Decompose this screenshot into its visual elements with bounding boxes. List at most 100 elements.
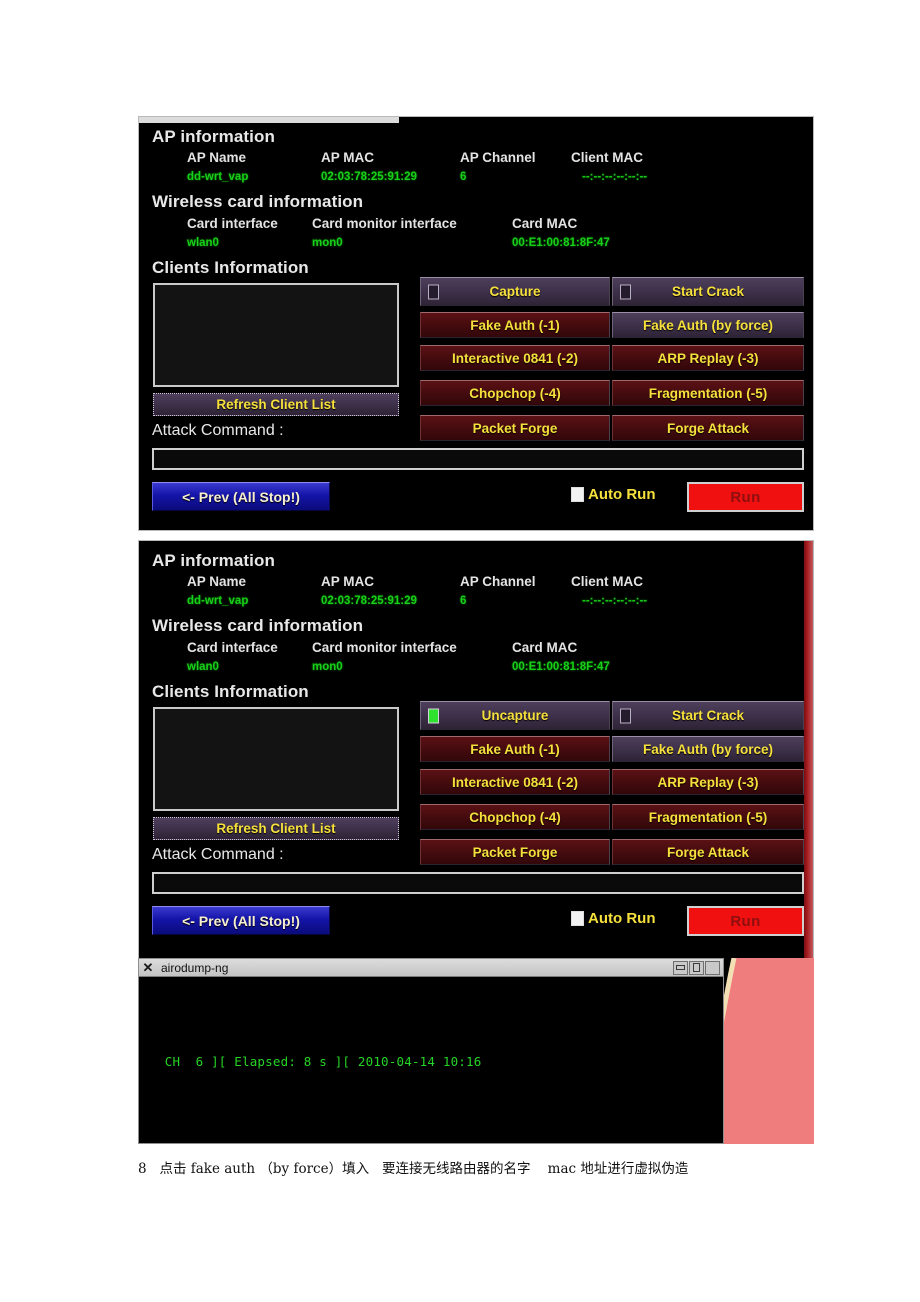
ap-information-values: dd-wrt_vap 02:03:78:25:91:29 6 --:--:--:… bbox=[139, 171, 813, 188]
header-card-monitor-interface-2: Card monitor interface bbox=[312, 640, 457, 655]
packet-forge-button-2[interactable]: Packet Forge bbox=[420, 839, 610, 865]
terminal-line-ap-columns: BSSID PWR RXQ Beacons #Data, #/s CH MB E… bbox=[157, 1137, 723, 1143]
header-card-interface-2: Card interface bbox=[187, 640, 278, 655]
auto-run-checkbox[interactable] bbox=[571, 487, 584, 502]
start-crack-button[interactable]: Start Crack bbox=[612, 277, 804, 306]
packet-forge-button[interactable]: Packet Forge bbox=[420, 415, 610, 441]
restore-icon[interactable] bbox=[705, 960, 720, 975]
fake-auth-by-force-label: Fake Auth (by force) bbox=[642, 317, 774, 333]
terminal-line-header: CH 6 ][ Elapsed: 8 s ][ 2010-04-14 10:16 bbox=[157, 1054, 482, 1069]
arp-replay-label-2: ARP Replay (-3) bbox=[657, 774, 759, 790]
figure-caption: 8 点击 fake auth （by force）填入 要连接无线路由器的名字 … bbox=[138, 1161, 689, 1177]
wireless-card-information-title-2: Wireless card information bbox=[152, 616, 364, 635]
maximize-icon[interactable] bbox=[689, 960, 704, 975]
fake-auth-button[interactable]: Fake Auth (-1) bbox=[420, 312, 610, 338]
auto-run-label: Auto Run bbox=[588, 486, 656, 503]
fake-auth-by-force-button[interactable]: Fake Auth (by force) bbox=[612, 312, 804, 338]
fake-auth-label: Fake Auth (-1) bbox=[470, 317, 560, 333]
clients-list-box[interactable] bbox=[153, 283, 399, 387]
value-card-interface-2: wlan0 bbox=[187, 661, 219, 673]
fake-auth-label-2: Fake Auth (-1) bbox=[470, 741, 560, 757]
fragmentation-button-2[interactable]: Fragmentation (-5) bbox=[612, 804, 804, 830]
fake-auth-by-force-label-2: Fake Auth (by force) bbox=[642, 741, 774, 757]
forge-attack-label: Forge Attack bbox=[666, 420, 749, 436]
header-ap-channel-2: AP Channel bbox=[460, 574, 536, 589]
value-card-mac-2: 00:E1:00:81:8F:47 bbox=[512, 661, 610, 673]
wireless-card-values: wlan0 mon0 00:E1:00:81:8F:47 bbox=[139, 237, 813, 254]
run-label-2: Run bbox=[730, 912, 761, 930]
start-crack-label: Start Crack bbox=[671, 284, 745, 299]
header-ap-mac-2: AP MAC bbox=[321, 574, 375, 589]
fake-auth-by-force-button-2[interactable]: Fake Auth (by force) bbox=[612, 736, 804, 762]
uncapture-status-indicator bbox=[428, 708, 439, 723]
interactive-0841-label-2: Interactive 0841 (-2) bbox=[451, 774, 579, 790]
value-client-mac-2: --:--:--:--:--:-- bbox=[582, 595, 648, 607]
attack-command-input-2[interactable] bbox=[152, 872, 804, 894]
fake-auth-button-2[interactable]: Fake Auth (-1) bbox=[420, 736, 610, 762]
start-crack-button-2[interactable]: Start Crack bbox=[612, 701, 804, 730]
attack-command-label-2: Attack Command : bbox=[152, 846, 284, 863]
chopchop-button[interactable]: Chopchop (-4) bbox=[420, 380, 610, 406]
minimize-icon[interactable] bbox=[673, 960, 688, 975]
auto-run-control-2[interactable]: Auto Run bbox=[571, 910, 655, 927]
prev-all-stop-button-2[interactable]: <- Prev (All Stop!) bbox=[152, 906, 330, 935]
ap-information-headers-2: AP Name AP MAC AP Channel Client MAC bbox=[139, 574, 813, 592]
auto-run-control[interactable]: Auto Run bbox=[571, 486, 655, 503]
header-ap-name-2: AP Name bbox=[187, 574, 247, 589]
ap-information-headers: AP Name AP MAC AP Channel Client MAC bbox=[139, 150, 813, 168]
clients-information-title-2: Clients Information bbox=[152, 682, 309, 701]
header-card-mac-2: Card MAC bbox=[512, 640, 578, 655]
wireless-card-information-title: Wireless card information bbox=[152, 192, 364, 211]
refresh-client-list-label-2: Refresh Client List bbox=[216, 821, 336, 836]
refresh-client-list-button[interactable]: Refresh Client List bbox=[153, 393, 399, 416]
forge-attack-button[interactable]: Forge Attack bbox=[612, 415, 804, 441]
terminal-output: CH 6 ][ Elapsed: 8 s ][ 2010-04-14 10:16… bbox=[139, 978, 723, 1143]
fragmentation-button[interactable]: Fragmentation (-5) bbox=[612, 380, 804, 406]
wireless-card-headers-2: Card interface Card monitor interface Ca… bbox=[139, 640, 813, 658]
wifi-attack-panel-top: AP information AP Name AP MAC AP Channel… bbox=[138, 116, 814, 531]
page-root: AP information AP Name AP MAC AP Channel… bbox=[0, 0, 920, 1302]
interactive-0841-button-2[interactable]: Interactive 0841 (-2) bbox=[420, 769, 610, 795]
terminal-titlebar[interactable]: ✕ airodump-ng bbox=[139, 959, 723, 977]
auto-run-label-2: Auto Run bbox=[588, 910, 656, 927]
forge-attack-label-2: Forge Attack bbox=[666, 844, 749, 860]
header-card-interface: Card interface bbox=[187, 216, 278, 231]
run-button-2[interactable]: Run bbox=[687, 906, 804, 936]
start-crack-status-indicator bbox=[620, 284, 631, 299]
start-crack-label-2: Start Crack bbox=[671, 708, 745, 723]
run-button[interactable]: Run bbox=[687, 482, 804, 512]
clients-information-title: Clients Information bbox=[152, 258, 309, 277]
header-client-mac: Client MAC bbox=[571, 150, 643, 165]
close-icon[interactable]: ✕ bbox=[140, 960, 156, 976]
value-ap-channel: 6 bbox=[460, 171, 467, 183]
capture-button[interactable]: Capture bbox=[420, 277, 610, 306]
header-ap-channel: AP Channel bbox=[460, 150, 536, 165]
wireless-card-values-2: wlan0 mon0 00:E1:00:81:8F:47 bbox=[139, 661, 813, 678]
airodump-terminal-window: ✕ airodump-ng CH 6 ][ Elapsed: 8 s ][ 20… bbox=[138, 958, 724, 1144]
uncapture-button[interactable]: Uncapture bbox=[420, 701, 610, 730]
run-label: Run bbox=[730, 488, 761, 506]
chopchop-button-2[interactable]: Chopchop (-4) bbox=[420, 804, 610, 830]
packet-forge-label-2: Packet Forge bbox=[472, 844, 558, 860]
clients-list-box-2[interactable] bbox=[153, 707, 399, 811]
ap-information-title: AP information bbox=[152, 127, 275, 146]
wireless-card-headers: Card interface Card monitor interface Ca… bbox=[139, 216, 813, 234]
fragmentation-label: Fragmentation (-5) bbox=[648, 385, 768, 401]
attack-command-input[interactable] bbox=[152, 448, 804, 470]
header-ap-mac: AP MAC bbox=[321, 150, 375, 165]
chopchop-label: Chopchop (-4) bbox=[469, 385, 561, 401]
arp-replay-button[interactable]: ARP Replay (-3) bbox=[612, 345, 804, 371]
prev-all-stop-button[interactable]: <- Prev (All Stop!) bbox=[152, 482, 330, 511]
value-ap-name-2: dd-wrt_vap bbox=[187, 595, 249, 607]
auto-run-checkbox-2[interactable] bbox=[571, 911, 584, 926]
refresh-client-list-button-2[interactable]: Refresh Client List bbox=[153, 817, 399, 840]
arp-replay-label: ARP Replay (-3) bbox=[657, 350, 759, 366]
ap-information-title-2: AP information bbox=[152, 551, 275, 570]
header-ap-name: AP Name bbox=[187, 150, 247, 165]
value-card-monitor-interface: mon0 bbox=[312, 237, 343, 249]
header-card-monitor-interface: Card monitor interface bbox=[312, 216, 457, 231]
arp-replay-button-2[interactable]: ARP Replay (-3) bbox=[612, 769, 804, 795]
interactive-0841-button[interactable]: Interactive 0841 (-2) bbox=[420, 345, 610, 371]
ap-information-values-2: dd-wrt_vap 02:03:78:25:91:29 6 --:--:--:… bbox=[139, 595, 813, 612]
forge-attack-button-2[interactable]: Forge Attack bbox=[612, 839, 804, 865]
